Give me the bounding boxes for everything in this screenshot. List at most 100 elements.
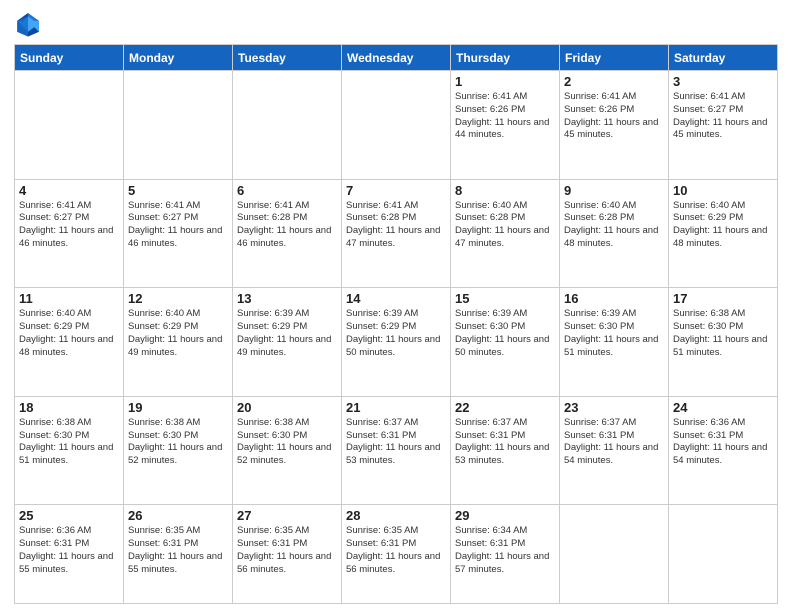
day-cell: 7 Sunrise: 6:41 AMSunset: 6:28 PMDaylight… — [342, 179, 451, 288]
day-cell: 12 Sunrise: 6:40 AMSunset: 6:29 PMDayligh… — [124, 288, 233, 397]
day-number: 28 — [346, 508, 446, 523]
day-number: 3 — [673, 74, 773, 89]
day-number: 25 — [19, 508, 119, 523]
day-number: 29 — [455, 508, 555, 523]
day-cell: 5 Sunrise: 6:41 AMSunset: 6:27 PMDaylight… — [124, 179, 233, 288]
day-number: 13 — [237, 291, 337, 306]
day-cell: 8 Sunrise: 6:40 AMSunset: 6:28 PMDaylight… — [451, 179, 560, 288]
day-info: Sunrise: 6:37 AMSunset: 6:31 PMDaylight:… — [346, 417, 446, 468]
day-cell: 15 Sunrise: 6:39 AMSunset: 6:30 PMDayligh… — [451, 288, 560, 397]
day-number: 17 — [673, 291, 773, 306]
day-info: Sunrise: 6:38 AMSunset: 6:30 PMDaylight:… — [237, 417, 337, 468]
day-number: 5 — [128, 183, 228, 198]
calendar: SundayMondayTuesdayWednesdayThursdayFrid… — [14, 44, 778, 604]
day-number: 15 — [455, 291, 555, 306]
logo — [14, 10, 46, 38]
day-number: 2 — [564, 74, 664, 89]
day-cell — [342, 71, 451, 180]
day-cell: 17 Sunrise: 6:38 AMSunset: 6:30 PMDayligh… — [669, 288, 778, 397]
day-info: Sunrise: 6:37 AMSunset: 6:31 PMDaylight:… — [455, 417, 555, 468]
day-number: 20 — [237, 400, 337, 415]
day-info: Sunrise: 6:39 AMSunset: 6:30 PMDaylight:… — [455, 308, 555, 359]
page: SundayMondayTuesdayWednesdayThursdayFrid… — [0, 0, 792, 612]
day-number: 18 — [19, 400, 119, 415]
day-info: Sunrise: 6:38 AMSunset: 6:30 PMDaylight:… — [128, 417, 228, 468]
day-number: 11 — [19, 291, 119, 306]
day-number: 26 — [128, 508, 228, 523]
day-cell: 2 Sunrise: 6:41 AMSunset: 6:26 PMDaylight… — [560, 71, 669, 180]
day-info: Sunrise: 6:41 AMSunset: 6:27 PMDaylight:… — [128, 200, 228, 251]
day-cell: 25 Sunrise: 6:36 AMSunset: 6:31 PMDayligh… — [15, 505, 124, 604]
logo-icon — [14, 10, 42, 38]
day-info: Sunrise: 6:38 AMSunset: 6:30 PMDaylight:… — [673, 308, 773, 359]
day-info: Sunrise: 6:40 AMSunset: 6:29 PMDaylight:… — [128, 308, 228, 359]
day-number: 27 — [237, 508, 337, 523]
day-number: 9 — [564, 183, 664, 198]
day-cell: 19Sunrise: 6:38 AMSunset: 6:30 PMDayligh… — [124, 396, 233, 505]
day-info: Sunrise: 6:41 AMSunset: 6:28 PMDaylight:… — [237, 200, 337, 251]
day-number: 24 — [673, 400, 773, 415]
week-row-3: 18 Sunrise: 6:38 AMSunset: 6:30 PMDayligh… — [15, 396, 778, 505]
col-header-thursday: Thursday — [451, 45, 560, 71]
day-cell: 26 Sunrise: 6:35 AMSunset: 6:31 PMDayligh… — [124, 505, 233, 604]
day-info: Sunrise: 6:34 AMSunset: 6:31 PMDaylight:… — [455, 525, 555, 576]
day-cell: 1Sunrise: 6:41 AMSunset: 6:26 PMDaylight… — [451, 71, 560, 180]
day-cell: 4 Sunrise: 6:41 AMSunset: 6:27 PMDaylight… — [15, 179, 124, 288]
week-row-4: 25 Sunrise: 6:36 AMSunset: 6:31 PMDayligh… — [15, 505, 778, 604]
day-info: Sunrise: 6:39 AMSunset: 6:29 PMDaylight:… — [346, 308, 446, 359]
day-info: Sunrise: 6:40 AMSunset: 6:29 PMDaylight:… — [673, 200, 773, 251]
day-cell: 10 Sunrise: 6:40 AMSunset: 6:29 PMDayligh… — [669, 179, 778, 288]
day-number: 21 — [346, 400, 446, 415]
col-header-sunday: Sunday — [15, 45, 124, 71]
day-number: 23 — [564, 400, 664, 415]
day-cell: 28 Sunrise: 6:35 AMSunset: 6:31 PMDayligh… — [342, 505, 451, 604]
day-cell — [669, 505, 778, 604]
day-cell: 24 Sunrise: 6:36 AMSunset: 6:31 PMDayligh… — [669, 396, 778, 505]
day-info: Sunrise: 6:36 AMSunset: 6:31 PMDaylight:… — [19, 525, 119, 576]
day-cell: 13 Sunrise: 6:39 AMSunset: 6:29 PMDayligh… — [233, 288, 342, 397]
day-cell: 21 Sunrise: 6:37 AMSunset: 6:31 PMDayligh… — [342, 396, 451, 505]
day-number: 10 — [673, 183, 773, 198]
day-info: Sunrise: 6:41 AMSunset: 6:26 PMDaylight:… — [564, 91, 664, 142]
week-row-1: 4 Sunrise: 6:41 AMSunset: 6:27 PMDaylight… — [15, 179, 778, 288]
day-cell: 6 Sunrise: 6:41 AMSunset: 6:28 PMDaylight… — [233, 179, 342, 288]
day-number: 4 — [19, 183, 119, 198]
day-cell — [233, 71, 342, 180]
col-header-friday: Friday — [560, 45, 669, 71]
day-info: Sunrise: 6:41 AMSunset: 6:27 PMDaylight:… — [673, 91, 773, 142]
day-number: 16 — [564, 291, 664, 306]
day-cell: 9 Sunrise: 6:40 AMSunset: 6:28 PMDaylight… — [560, 179, 669, 288]
day-info: Sunrise: 6:36 AMSunset: 6:31 PMDaylight:… — [673, 417, 773, 468]
week-row-0: 1 Sunrise: 6:41 AMSunset: 6:26 PMDaylight… — [15, 71, 778, 180]
day-info: Sunrise: 6:39 AMSunset: 6:29 PMDaylight:… — [237, 308, 337, 359]
day-info: Sunrise: 6:37 AMSunset: 6:31 PMDaylight:… — [564, 417, 664, 468]
day-number: 14 — [346, 291, 446, 306]
day-info: Sunrise: 6:41 AMSunset: 6:28 PMDaylight:… — [346, 200, 446, 251]
day-cell: 20 Sunrise: 6:38 AMSunset: 6:30 PMDayligh… — [233, 396, 342, 505]
day-info: Sunrise: 6:35 AMSunset: 6:31 PMDaylight:… — [128, 525, 228, 576]
day-cell: 23 Sunrise: 6:37 AMSunset: 6:31 PMDayligh… — [560, 396, 669, 505]
calendar-header-row: SundayMondayTuesdayWednesdayThursdayFrid… — [15, 45, 778, 71]
col-header-wednesday: Wednesday — [342, 45, 451, 71]
day-info: Sunrise: 6:40 AMSunset: 6:28 PMDaylight:… — [564, 200, 664, 251]
day-number: 6 — [237, 183, 337, 198]
day-info: Sunrise: 6:38 AMSunset: 6:30 PMDaylight:… — [19, 417, 119, 468]
week-row-2: 11 Sunrise: 6:40 AMSunset: 6:29 PMDayligh… — [15, 288, 778, 397]
day-info: Sunrise: 6:39 AMSunset: 6:30 PMDaylight:… — [564, 308, 664, 359]
day-number: 12 — [128, 291, 228, 306]
day-cell — [15, 71, 124, 180]
day-number: 1 — [455, 74, 555, 89]
day-cell: 3 Sunrise: 6:41 AMSunset: 6:27 PMDaylight… — [669, 71, 778, 180]
header — [14, 10, 778, 38]
day-number: 7 — [346, 183, 446, 198]
day-info: Sunrise: 6:35 AMSunset: 6:31 PMDaylight:… — [346, 525, 446, 576]
day-cell: 11Sunrise: 6:40 AMSunset: 6:29 PMDayligh… — [15, 288, 124, 397]
day-info: Sunrise: 6:40 AMSunset: 6:28 PMDaylight:… — [455, 200, 555, 251]
col-header-saturday: Saturday — [669, 45, 778, 71]
day-info: Sunrise: 6:41 AMSunset: 6:27 PMDaylight:… — [19, 200, 119, 251]
day-number: 22 — [455, 400, 555, 415]
day-cell — [124, 71, 233, 180]
day-number: 8 — [455, 183, 555, 198]
day-cell: 29 Sunrise: 6:34 AMSunset: 6:31 PMDayligh… — [451, 505, 560, 604]
day-cell: 18 Sunrise: 6:38 AMSunset: 6:30 PMDayligh… — [15, 396, 124, 505]
